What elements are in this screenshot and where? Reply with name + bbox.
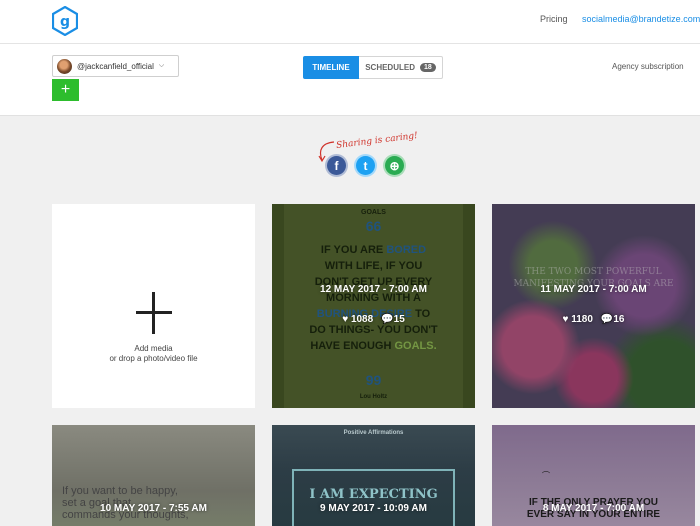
comments-stat: 💬15 xyxy=(381,314,405,325)
post-card[interactable]: If you want to be happy, set a goal that… xyxy=(52,425,255,526)
top-nav: g Pricing socialmedia@brandetize.com⌵ xyxy=(0,0,700,44)
brandetize-logo[interactable]: g xyxy=(52,6,78,36)
account-menu[interactable]: socialmedia@brandetize.com⌵ xyxy=(582,14,700,25)
heart-icon: ♥ xyxy=(342,314,349,325)
add-media-label: Add media xyxy=(134,344,173,353)
more-share-icon[interactable]: ⊕ xyxy=(383,154,406,177)
drop-file-label: or drop a photo/video file xyxy=(109,354,198,363)
post-stats: ♥ 1180 💬16 xyxy=(492,314,695,325)
svg-text:g: g xyxy=(60,14,70,30)
post-date: 12 MAY 2017 - 7:00 AM xyxy=(320,284,427,295)
bird-icon: ⌒ xyxy=(542,471,550,480)
comments-count: 16 xyxy=(613,314,625,325)
image-header: Positive Affirmations xyxy=(343,430,404,436)
account-selector[interactable]: @jackcanfield_official ⌵ xyxy=(52,55,179,77)
add-account-button[interactable]: + xyxy=(52,79,79,101)
heart-icon: ♥ xyxy=(562,314,569,325)
image-text: I AM EXPECTING xyxy=(309,487,438,502)
twitter-icon[interactable]: t xyxy=(354,154,377,177)
agency-subscription-link[interactable]: Agency subscription xyxy=(612,62,684,71)
likes-count: 1088 xyxy=(350,314,374,325)
post-date: 10 MAY 2017 - 7:55 AM xyxy=(100,503,207,514)
scheduled-count-badge: 18 xyxy=(419,63,436,72)
likes-stat: ♥ 1180 xyxy=(563,314,593,325)
tab-label: TIMELINE xyxy=(312,63,350,72)
more-share-glyph: ⊕ xyxy=(389,158,400,173)
share-buttons: f t ⊕ xyxy=(325,154,406,177)
chevron-down-icon: ⌵ xyxy=(158,62,165,69)
comment-icon: 💬 xyxy=(600,314,614,325)
comments-count: 15 xyxy=(393,314,405,325)
post-card[interactable]: ⌒ IF THE ONLY PRAYER YOU EVER SAY IN YOU… xyxy=(492,425,695,526)
avatar xyxy=(57,58,72,74)
tab-timeline[interactable]: TIMELINE xyxy=(303,56,359,79)
post-overlay xyxy=(492,204,695,408)
toolbar: @jackcanfield_official ⌵ + TIMELINE SCHE… xyxy=(0,44,700,116)
comments-stat: 💬16 xyxy=(601,314,625,325)
pricing-link[interactable]: Pricing xyxy=(540,14,568,24)
facebook-glyph: f xyxy=(334,158,339,173)
post-stats: ♥ 1088 💬15 xyxy=(272,314,475,325)
comment-icon: 💬 xyxy=(381,314,394,325)
post-overlay xyxy=(272,204,475,408)
post-date: 11 MAY 2017 - 7:00 AM xyxy=(540,284,647,295)
facebook-icon[interactable]: f xyxy=(325,154,348,177)
post-date: 9 MAY 2017 - 10:09 AM xyxy=(320,503,427,514)
tab-label: SCHEDULED xyxy=(365,63,415,72)
post-card[interactable]: GOALS 66 IF YOU ARE BORED WITH LIFE, IF … xyxy=(272,204,475,408)
post-card[interactable]: Positive Affirmations I AM EXPECTING 9 M… xyxy=(272,425,475,526)
view-tabs: TIMELINE SCHEDULED 18 xyxy=(303,56,443,79)
account-handle: @jackcanfield_official xyxy=(77,61,154,71)
likes-stat: ♥ 1088 xyxy=(342,314,373,325)
sharing-caption: Sharing is caring! xyxy=(335,131,419,151)
likes-count: 1180 xyxy=(571,314,593,325)
account-email: socialmedia@brandetize.com xyxy=(582,14,700,24)
post-card[interactable]: THE TWO MOST POWERFUL MANIFESTING YOUR G… xyxy=(492,204,695,408)
add-media-card[interactable]: Add media or drop a photo/video file xyxy=(52,204,255,408)
tab-scheduled[interactable]: SCHEDULED 18 xyxy=(359,56,443,79)
plus-icon-vertical xyxy=(152,292,155,334)
twitter-glyph: t xyxy=(363,158,368,173)
image-text-line: If you want to be happy, xyxy=(62,485,178,497)
post-date: 8 MAY 2017 - 7:00 AM xyxy=(542,503,645,514)
add-media-text: Add media or drop a photo/video file xyxy=(52,344,255,364)
